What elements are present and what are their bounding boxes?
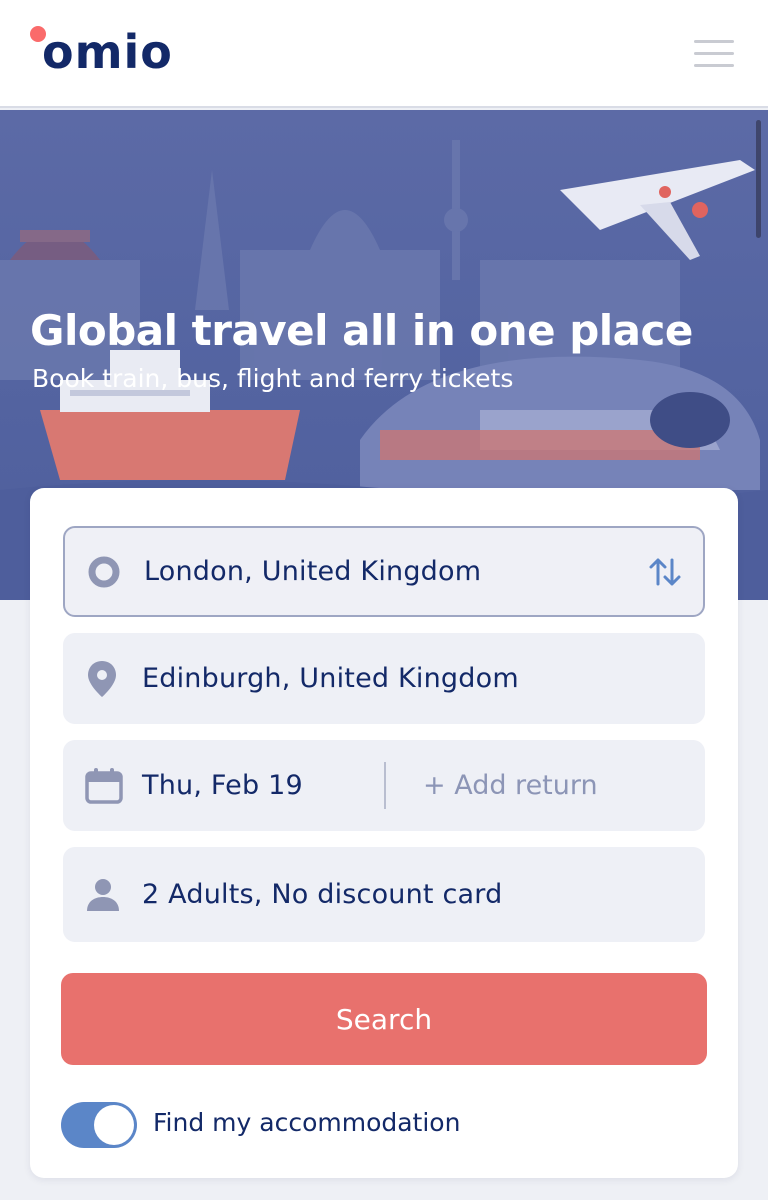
origin-value: London, United Kingdom	[144, 556, 482, 587]
swap-arrows-icon[interactable]	[647, 554, 683, 590]
origin-circle-icon	[88, 556, 120, 587]
hero-subtitle: Book train, bus, flight and ferry ticket…	[32, 364, 514, 393]
destination-field[interactable]: Edinburgh, United Kingdom	[63, 633, 705, 724]
top-header: omio	[0, 0, 768, 108]
calendar-icon	[85, 767, 123, 804]
hero-title: Global travel all in one place	[30, 306, 693, 355]
accommodation-toggle-label: Find my accommodation	[153, 1108, 461, 1137]
search-button[interactable]: Search	[61, 973, 707, 1065]
toggle-knob	[94, 1105, 134, 1145]
departure-date-value: Thu, Feb 19	[142, 770, 303, 801]
date-field[interactable]: Thu, Feb 19 + Add return	[63, 740, 705, 831]
search-card: London, United Kingdom Edinburgh, United…	[30, 488, 738, 1178]
omio-logo[interactable]: omio	[30, 24, 200, 80]
destination-value: Edinburgh, United Kingdom	[142, 663, 519, 694]
date-divider	[384, 762, 386, 809]
accommodation-toggle[interactable]	[61, 1102, 137, 1148]
add-return-button[interactable]: + Add return	[423, 770, 598, 801]
logo-text: omio	[42, 25, 173, 79]
page-scrollbar[interactable]	[756, 120, 761, 238]
passengers-field[interactable]: 2 Adults, No discount card	[63, 847, 705, 942]
origin-field[interactable]: London, United Kingdom	[63, 526, 705, 617]
location-pin-icon	[88, 660, 116, 697]
person-icon	[87, 878, 119, 911]
hamburger-menu-icon[interactable]	[694, 40, 734, 68]
passengers-value: 2 Adults, No discount card	[142, 879, 503, 910]
